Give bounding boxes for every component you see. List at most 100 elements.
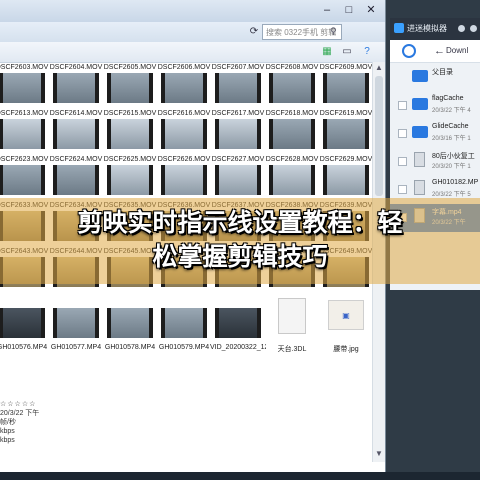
emulator-list-item[interactable]: 父目录 [390,64,480,92]
file-name-label: DSCF2623.MOV [0,156,49,163]
emulator-list-item[interactable]: 80后小伙复工 20/3/20 下午 1 [390,148,480,176]
item-date: 20/3/22 下午 4 [432,108,471,114]
file-name-label: DSCF2609.MOV [319,64,373,71]
file-item[interactable]: ▣ 腰带.jpg [320,300,372,354]
scroll-down-icon[interactable]: ▼ [373,448,385,460]
item-name: 父目录 [432,69,453,76]
file-item[interactable]: VID_20200322_123316.mp4 [210,304,266,354]
video-thumbnail [161,119,207,149]
file-item[interactable]: DSCF2605.MOV [104,64,156,114]
caption-line-2: 松掌握剪辑技巧 [152,242,328,271]
file-item[interactable]: DSCF2603.MOV [0,64,48,114]
file-icon [414,180,425,195]
detail-date: 20/3/22 下午 [0,410,40,417]
current-folder-label: Downl [446,46,469,55]
file-item[interactable]: DSCF2607.MOV [212,64,264,114]
item-date: 20/3/22 下午 5 [432,192,471,198]
item-name: GH010182.MP [432,179,479,186]
search-icon[interactable]: ⚲ [330,26,340,36]
file-item[interactable]: DSCF2613.MOV [0,110,48,160]
video-thumbnail [53,119,99,149]
address-bar: ⟳ 搜索 0322手机 剪辑 ⚲ [0,22,385,42]
file-name-label: DSCF2617.MOV [211,110,265,117]
video-thumbnail [215,73,261,103]
video-thumbnail [269,119,315,149]
file-name-label: DSCF2604.MOV [49,64,103,71]
file-name-label: DSCF2608.MOV [265,64,319,71]
folder-icon [412,70,428,82]
file-name-label: GH010579.MP4 [158,344,210,351]
file-item[interactable]: DSCF2604.MOV [50,64,102,114]
folder-icon [412,126,428,138]
file-name-label: 腰带.jpg [333,346,359,353]
video-thumbnail [107,308,153,338]
refresh-icon[interactable]: ⟳ [248,26,260,38]
app-logo-icon [394,23,404,33]
item-checkbox[interactable] [398,101,407,110]
emulator-list-item[interactable]: GlideCache 20/3/16 下午 1 [390,120,480,148]
file-name-label: DSCF2626.MOV [157,156,211,163]
item-date: 20/3/20 下午 1 [432,164,471,170]
taskbar [0,472,480,480]
folder-icon [412,98,428,110]
video-thumbnail [215,308,261,338]
emulator-header: 进迷模拟器 [390,18,480,40]
video-thumbnail [269,73,315,103]
file-name-label: VID_20200322_123316.mp4 [210,344,266,351]
document-file-icon [278,298,306,334]
help-icon[interactable]: ? [360,46,374,58]
item-checkbox[interactable] [398,157,407,166]
file-item[interactable]: DSCF2609.MOV [320,64,372,114]
detail-bit-rate: kbps [0,437,15,444]
file-item[interactable]: 天台.3DL [266,298,318,354]
menu-dot-icon[interactable] [458,25,465,32]
file-item[interactable]: DSCF2615.MOV [104,110,156,160]
file-item[interactable]: GH010579.MP4 [158,304,210,354]
video-thumbnail [269,165,315,195]
video-thumbnail [53,308,99,338]
emulator-list-item[interactable]: flagCache 20/3/22 下午 4 [390,92,480,120]
file-item[interactable]: DSCF2606.MOV [158,64,210,114]
menu-dot-icon[interactable] [470,25,477,32]
rating-stars[interactable]: ☆☆☆☆☆ [0,400,60,409]
video-thumbnail [161,73,207,103]
command-bar: ▦ ▭ ? [0,42,385,63]
file-name-label: DSCF2607.MOV [211,64,265,71]
file-item[interactable]: DSCF2614.MOV [50,110,102,160]
file-item[interactable]: DSCF2618.MOV [266,110,318,160]
file-item[interactable]: GH010578.MP4 [104,304,156,354]
item-name: GlideCache [432,123,469,130]
item-checkbox[interactable] [398,185,407,194]
view-options-icon[interactable]: ▦ [320,46,334,58]
minimize-button[interactable]: – [320,4,334,16]
item-checkbox[interactable] [398,129,407,138]
file-item[interactable]: DSCF2616.MOV [158,110,210,160]
file-name-label: GH010576.MP4 [0,344,48,351]
title-bar: – □ ✕ [0,0,385,22]
close-button[interactable]: ✕ [364,4,378,16]
file-item[interactable]: DSCF2619.MOV [320,110,372,160]
video-thumbnail [0,308,45,338]
file-name-label: DSCF2613.MOV [0,110,49,117]
video-thumbnail [323,165,369,195]
file-name-label: 天台.3DL [277,346,307,353]
item-date: 20/3/16 下午 1 [432,136,471,142]
scrollbar-thumb[interactable] [375,76,383,196]
home-circle-icon[interactable] [402,44,416,58]
video-thumbnail [0,73,45,103]
emulator-nav-bar: ← Downl [390,40,480,63]
maximize-button[interactable]: □ [342,4,356,16]
file-item[interactable]: GH010577.MP4 [50,304,102,354]
preview-pane-icon[interactable]: ▭ [340,46,354,58]
file-item[interactable]: GH010576.MP4 [0,304,48,354]
file-name-label: DSCF2619.MOV [319,110,373,117]
file-name-label: DSCF2615.MOV [103,110,157,117]
video-thumbnail [107,73,153,103]
file-item[interactable]: DSCF2608.MOV [266,64,318,114]
back-arrow-icon[interactable]: ← [434,44,445,58]
file-item[interactable]: DSCF2617.MOV [212,110,264,160]
file-name-label: DSCF2616.MOV [157,110,211,117]
video-thumbnail [161,165,207,195]
scroll-up-icon[interactable]: ▲ [373,62,385,74]
video-thumbnail [215,119,261,149]
